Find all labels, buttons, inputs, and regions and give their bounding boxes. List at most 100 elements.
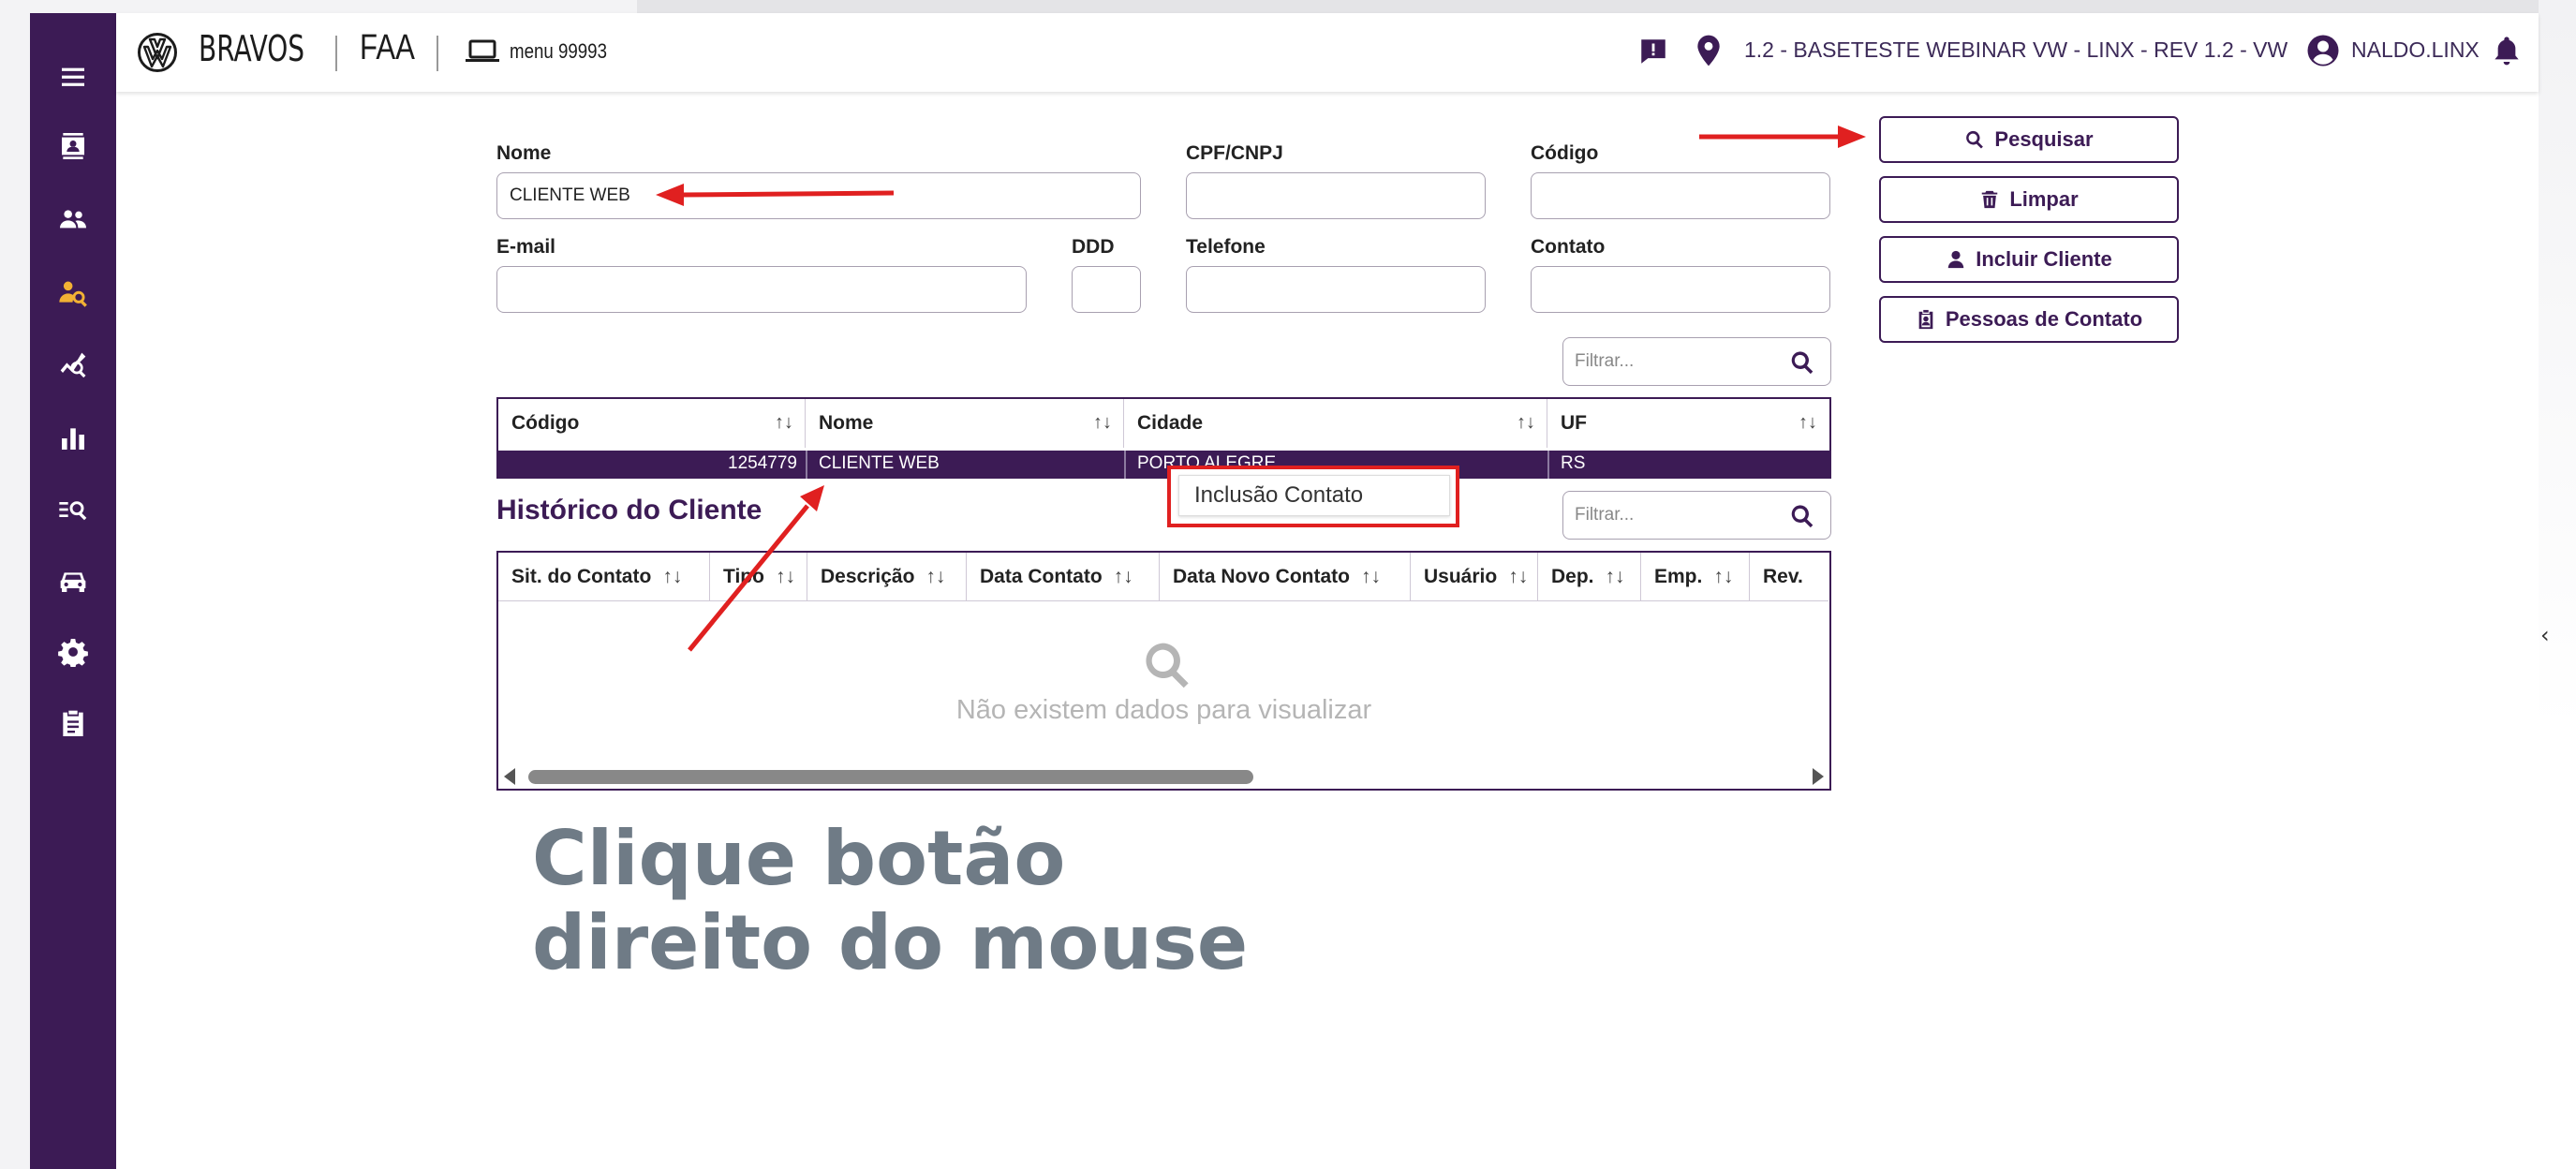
- column-header-sit-contato[interactable]: Sit. do Contato ↑↓: [498, 553, 710, 601]
- column-label: Data Contato: [980, 565, 1103, 587]
- sidebar-item-list-search[interactable]: [30, 481, 116, 538]
- sort-icon[interactable]: ↑↓: [1517, 412, 1535, 434]
- table-row[interactable]: 1254779 CLIENTE WEB PORTO ALEGRE RS: [498, 451, 1829, 479]
- column-header-nome[interactable]: Nome ↑↓: [806, 399, 1124, 448]
- frame-decoration: [637, 0, 2576, 13]
- sort-icon[interactable]: ↑↓: [925, 566, 945, 588]
- sort-icon[interactable]: ↑↓: [1606, 566, 1625, 588]
- cell-divider: [1124, 451, 1126, 479]
- menu-indicator[interactable]: menu 99993: [510, 39, 607, 64]
- column-label: Descrição: [821, 565, 915, 587]
- context-menu-item-inclusao-contato[interactable]: Inclusão Contato: [1178, 475, 1450, 516]
- column-label: Código: [511, 412, 580, 434]
- header-divider: [437, 36, 438, 71]
- sidebar-item-reports[interactable]: [30, 410, 116, 466]
- search-icon[interactable]: [1789, 503, 1815, 529]
- empty-state-message: Não existem dados para visualizar: [955, 695, 1372, 725]
- column-label: Rev.: [1763, 565, 1803, 587]
- username-label[interactable]: NALDO.LINX: [2351, 37, 2480, 63]
- column-label: Sit. do Contato: [511, 565, 652, 587]
- sort-icon[interactable]: ↑↓: [1361, 566, 1381, 588]
- user-circle-icon[interactable]: [2306, 34, 2340, 67]
- scroll-right-arrow[interactable]: [1813, 768, 1824, 785]
- cell-uf: RS: [1561, 453, 1586, 473]
- sidebar-item-settings[interactable]: [30, 624, 116, 680]
- contact-card-icon: [62, 133, 84, 159]
- nome-input[interactable]: CLIENTE WEB: [496, 172, 1141, 219]
- laptop-icon: [466, 39, 499, 62]
- sort-icon[interactable]: ↑↓: [1114, 566, 1133, 588]
- column-header-dep[interactable]: Dep. ↑↓: [1538, 553, 1641, 601]
- menu-icon: [62, 67, 84, 86]
- column-label: Data Novo Contato: [1173, 565, 1350, 587]
- incluir-cliente-button[interactable]: Incluir Cliente: [1879, 236, 2179, 283]
- history-title: Histórico do Cliente: [496, 495, 762, 525]
- sidebar-item-users[interactable]: [30, 191, 116, 247]
- column-label: Cidade: [1137, 412, 1204, 434]
- column-header-uf[interactable]: UF ↑↓: [1547, 399, 1828, 448]
- ddd-input[interactable]: [1072, 266, 1141, 313]
- pessoas-contato-button[interactable]: Pessoas de Contato: [1879, 296, 2179, 343]
- column-header-codigo[interactable]: Código ↑↓: [498, 399, 806, 448]
- sidebar-item-analytics[interactable]: [30, 337, 116, 393]
- car-icon: [60, 572, 86, 592]
- column-header-data-contato[interactable]: Data Contato ↑↓: [967, 553, 1160, 601]
- feedback-icon[interactable]: [1637, 36, 1669, 67]
- history-table: Sit. do Contato ↑↓ Tipo ↑↓ Descrição ↑↓ Dat…: [496, 551, 1831, 791]
- pesquisar-button[interactable]: Pesquisar: [1879, 116, 2179, 163]
- column-header-cidade[interactable]: Cidade ↑↓: [1124, 399, 1547, 448]
- contato-input[interactable]: [1531, 266, 1830, 313]
- sidebar-item-client-search[interactable]: [30, 264, 116, 320]
- pessoas-contato-label: Pessoas de Contato: [1945, 307, 2143, 331]
- search-icon[interactable]: [1789, 349, 1815, 376]
- column-header-descricao[interactable]: Descrição ↑↓: [807, 553, 967, 601]
- clients-filter-placeholder: Filtrar...: [1575, 351, 1635, 371]
- clients-filter-input[interactable]: Filtrar...: [1562, 337, 1831, 386]
- search-icon: [1966, 130, 1984, 149]
- location-label[interactable]: 1.2 - BASETESTE WEBINAR VW - LINX - REV …: [1744, 37, 2287, 63]
- sort-icon[interactable]: ↑↓: [1093, 412, 1112, 434]
- history-filter-placeholder: Filtrar...: [1575, 505, 1635, 525]
- column-header-rev[interactable]: Rev.: [1750, 553, 1828, 601]
- pesquisar-label: Pesquisar: [1994, 127, 2094, 151]
- nome-label: Nome: [496, 142, 552, 164]
- sidebar-item-vehicles[interactable]: [30, 553, 116, 609]
- sidebar: [30, 13, 116, 1169]
- ddd-label: DDD: [1072, 236, 1115, 258]
- caption-line: Clique botão: [532, 815, 1066, 902]
- location-pin-icon[interactable]: [1695, 34, 1722, 67]
- sidebar-item-tasks[interactable]: [30, 695, 116, 751]
- sort-icon[interactable]: ↑↓: [662, 566, 682, 588]
- sort-icon[interactable]: ↑↓: [1508, 566, 1528, 588]
- sidebar-item-contacts[interactable]: [30, 118, 116, 174]
- sort-icon[interactable]: ↑↓: [1713, 566, 1733, 588]
- sort-icon[interactable]: ↑↓: [776, 566, 795, 588]
- arrowhead: [800, 485, 824, 511]
- limpar-label: Limpar: [2009, 187, 2079, 211]
- column-header-usuario[interactable]: Usuário ↑↓: [1411, 553, 1538, 601]
- cpf-input[interactable]: [1186, 172, 1486, 219]
- bell-icon[interactable]: [2492, 34, 2522, 67]
- sort-icon[interactable]: ↑↓: [1799, 412, 1817, 434]
- clients-table: Código ↑↓ Nome ↑↓ Cidade ↑↓ UF ↑↓ 125477…: [496, 397, 1831, 479]
- user-icon: [1948, 250, 1964, 269]
- sidebar-menu-toggle[interactable]: [30, 49, 116, 105]
- limpar-button[interactable]: Limpar: [1879, 176, 2179, 223]
- collapse-panel-icon[interactable]: ‹: [2540, 622, 2550, 648]
- sort-icon[interactable]: ↑↓: [775, 412, 793, 434]
- incluir-cliente-label: Incluir Cliente: [1976, 247, 2112, 271]
- column-header-emp[interactable]: Emp. ↑↓: [1641, 553, 1750, 601]
- codigo-label: Código: [1531, 142, 1599, 164]
- column-header-data-novo-contato[interactable]: Data Novo Contato ↑↓: [1160, 553, 1411, 601]
- codigo-input[interactable]: [1531, 172, 1830, 219]
- history-filter-input[interactable]: Filtrar...: [1562, 491, 1831, 540]
- analytics-icon: [60, 352, 86, 378]
- module-name: FAA: [360, 28, 415, 67]
- top-bar: BRAVOS FAA menu 99993 1.2 - BASETESTE WE…: [116, 13, 2539, 92]
- contato-label: Contato: [1531, 236, 1606, 258]
- scroll-left-arrow[interactable]: [504, 768, 515, 785]
- column-header-tipo[interactable]: Tipo ↑↓: [710, 553, 807, 601]
- email-input[interactable]: [496, 266, 1027, 313]
- telefone-input[interactable]: [1186, 266, 1486, 313]
- horizontal-scrollbar[interactable]: [528, 770, 1253, 784]
